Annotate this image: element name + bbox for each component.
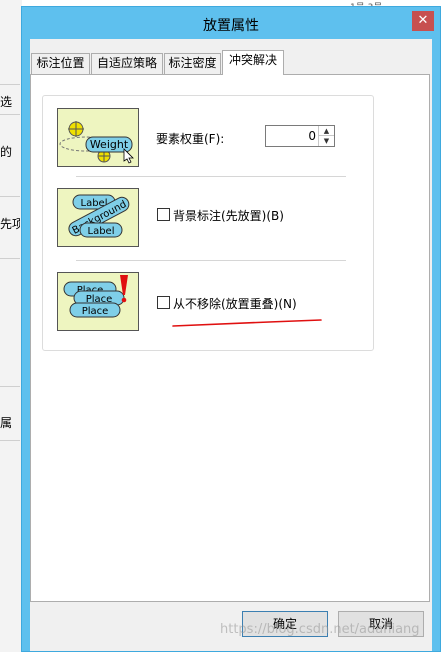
close-button[interactable]: ✕ xyxy=(412,11,434,31)
dialog-client-area: 标注位置 自适应策略 标注密度 冲突解决 Weight 要素权重(F): 0 ▲… xyxy=(30,39,432,651)
bg-divider xyxy=(0,196,20,197)
bg-divider xyxy=(0,84,20,85)
bg-divider xyxy=(0,114,20,115)
bg-divider xyxy=(0,258,20,259)
background-label-checkbox[interactable] xyxy=(157,208,170,221)
feature-weight-spinner[interactable]: 0 ▲ ▼ xyxy=(265,125,335,147)
feature-weight-illustration: Weight xyxy=(57,108,139,167)
weight-pic-text: Weight xyxy=(90,138,129,151)
background-app: 选 的 先项 属 xyxy=(0,0,22,652)
options-group: Weight 要素权重(F): 0 ▲ ▼ Label Background L… xyxy=(42,95,374,351)
bg-pic-text-3: Label xyxy=(88,226,115,237)
never-remove-illustration: Place Place Place xyxy=(57,272,139,331)
title-bar[interactable]: 放置属性 ✕ xyxy=(22,7,440,39)
place-pic-text-3: Place xyxy=(82,306,109,317)
tab-conflict-resolution[interactable]: 冲突解决 xyxy=(222,50,284,75)
bg-divider xyxy=(0,440,20,441)
tab-strip: 标注位置 自适应策略 标注密度 冲突解决 xyxy=(30,50,430,75)
dialog-title: 放置属性 xyxy=(203,18,259,34)
spinner-up-icon[interactable]: ▲ xyxy=(319,126,334,136)
background-label-text: 背景标注(先放置)(B) xyxy=(173,209,284,223)
tab-label-density[interactable]: 标注密度 xyxy=(164,53,221,74)
feature-weight-value[interactable]: 0 xyxy=(308,129,316,143)
tab-label-position[interactable]: 标注位置 xyxy=(31,53,90,74)
row-separator xyxy=(76,260,346,261)
feature-weight-label: 要素权重(F): xyxy=(156,132,225,146)
tab-fitting-strategy[interactable]: 自适应策略 xyxy=(91,53,163,74)
bg-text-3: 先项 xyxy=(0,217,20,231)
red-underline-annotation xyxy=(172,319,322,327)
bg-text-2: 的 xyxy=(0,145,13,159)
never-remove-checkbox[interactable] xyxy=(157,296,170,309)
bg-divider xyxy=(0,386,20,387)
watermark: https://blog.csdn.net/adaniang xyxy=(220,622,420,637)
bg-text-1: 选 xyxy=(0,95,13,109)
row-separator xyxy=(76,176,346,177)
background-label-illustration: Label Background Label xyxy=(57,188,139,247)
background-label-graphic: Label Background Label xyxy=(68,194,130,238)
bg-text-4: 属 xyxy=(0,416,13,430)
never-remove-graphic: Place Place Place xyxy=(63,275,128,318)
feature-weight-graphic: Weight xyxy=(59,121,134,164)
spinner-buttons: ▲ ▼ xyxy=(318,126,334,146)
spinner-down-icon[interactable]: ▼ xyxy=(319,136,334,146)
conflict-resolution-panel: Weight 要素权重(F): 0 ▲ ▼ Label Background L… xyxy=(30,74,430,602)
placement-properties-dialog: 放置属性 ✕ 标注位置 自适应策略 标注密度 冲突解决 Weight 要素权重(… xyxy=(21,6,441,652)
never-remove-label: 从不移除(放置重叠)(N) xyxy=(173,297,297,311)
